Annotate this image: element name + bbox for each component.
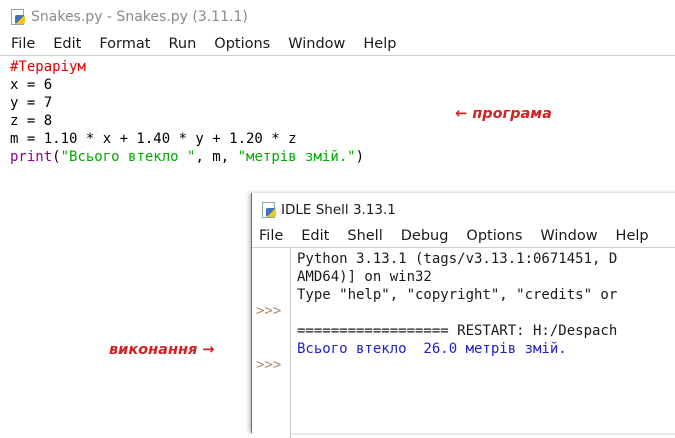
- shell-line: Type "help", "copyright", "credits" or: [297, 287, 618, 303]
- shell-menu-edit[interactable]: Edit: [290, 225, 336, 247]
- python-file-icon: [261, 202, 277, 218]
- code-line: #Тераріум: [10, 58, 364, 76]
- shell-prompt: >>>: [256, 303, 282, 319]
- menu-options[interactable]: Options: [203, 33, 277, 55]
- shell-output[interactable]: Python 3.13.1 (tags/v3.13.1:0671451, D AM…: [297, 250, 675, 358]
- code-line: print("Всього втекло ", m, "метрів змій.…: [10, 149, 365, 165]
- shell-prompt: >>>: [256, 357, 282, 373]
- annotation-execution: виконання →: [109, 342, 215, 358]
- shell-menu-debug[interactable]: Debug: [390, 225, 456, 247]
- code-string: "Всього втекло ": [60, 149, 196, 165]
- menu-file[interactable]: File: [0, 33, 42, 55]
- menu-format[interactable]: Format: [88, 33, 157, 55]
- shell-window-title: IDLE Shell 3.13.1: [281, 202, 396, 218]
- shell-titlebar: IDLE Shell 3.13.1: [252, 193, 675, 225]
- shell-line: ================== RESTART: H:/Despach: [297, 323, 618, 339]
- code-string: "метрів змій.": [237, 149, 356, 165]
- shell-menubar: File Edit Shell Debug Options Window Hel…: [252, 225, 675, 247]
- annotation-program: ← програма: [455, 106, 552, 122]
- shell-menu-shell[interactable]: Shell: [336, 225, 389, 247]
- shell-line: Python 3.13.1 (tags/v3.13.1:0671451, D: [297, 251, 618, 267]
- code-builtin: print: [10, 149, 53, 165]
- code-comment: #Тераріум: [10, 59, 86, 75]
- python-file-icon: [10, 9, 26, 25]
- menu-run[interactable]: Run: [157, 33, 203, 55]
- shell-menu-separator: [252, 247, 675, 248]
- shell-menu-options[interactable]: Options: [455, 225, 529, 247]
- menu-help[interactable]: Help: [352, 33, 403, 55]
- shell-prompt-gutter: >>> >>>: [252, 248, 291, 438]
- editor-menubar: File Edit Format Run Options Window Help: [0, 33, 675, 56]
- code-line: m = 1.10 * x + 1.40 * y + 1.20 * z: [10, 131, 297, 147]
- code-editor[interactable]: #Тераріум x = 6 y = 7 z = 8 m = 1.10 * x + 1…: [10, 58, 364, 166]
- menu-window[interactable]: Window: [277, 33, 352, 55]
- shell-menu-file[interactable]: File: [252, 225, 290, 247]
- shell-menu-help[interactable]: Help: [605, 225, 656, 247]
- idle-shell-window: IDLE Shell 3.13.1 File Edit Shell Debug …: [251, 193, 675, 438]
- program-output-line: Всього втекло 26.0 метрів змій.: [297, 341, 567, 357]
- editor-titlebar: Snakes.py - Snakes.py (3.11.1): [0, 0, 675, 33]
- code-line: y = 7: [10, 95, 53, 111]
- code-line: z = 8: [10, 113, 53, 129]
- editor-window-title: Snakes.py - Snakes.py (3.11.1): [31, 9, 248, 25]
- code-line: x = 6: [10, 77, 53, 93]
- shell-line: AMD64)] on win32: [297, 269, 432, 285]
- menu-edit[interactable]: Edit: [42, 33, 88, 55]
- shell-menu-window[interactable]: Window: [529, 225, 604, 247]
